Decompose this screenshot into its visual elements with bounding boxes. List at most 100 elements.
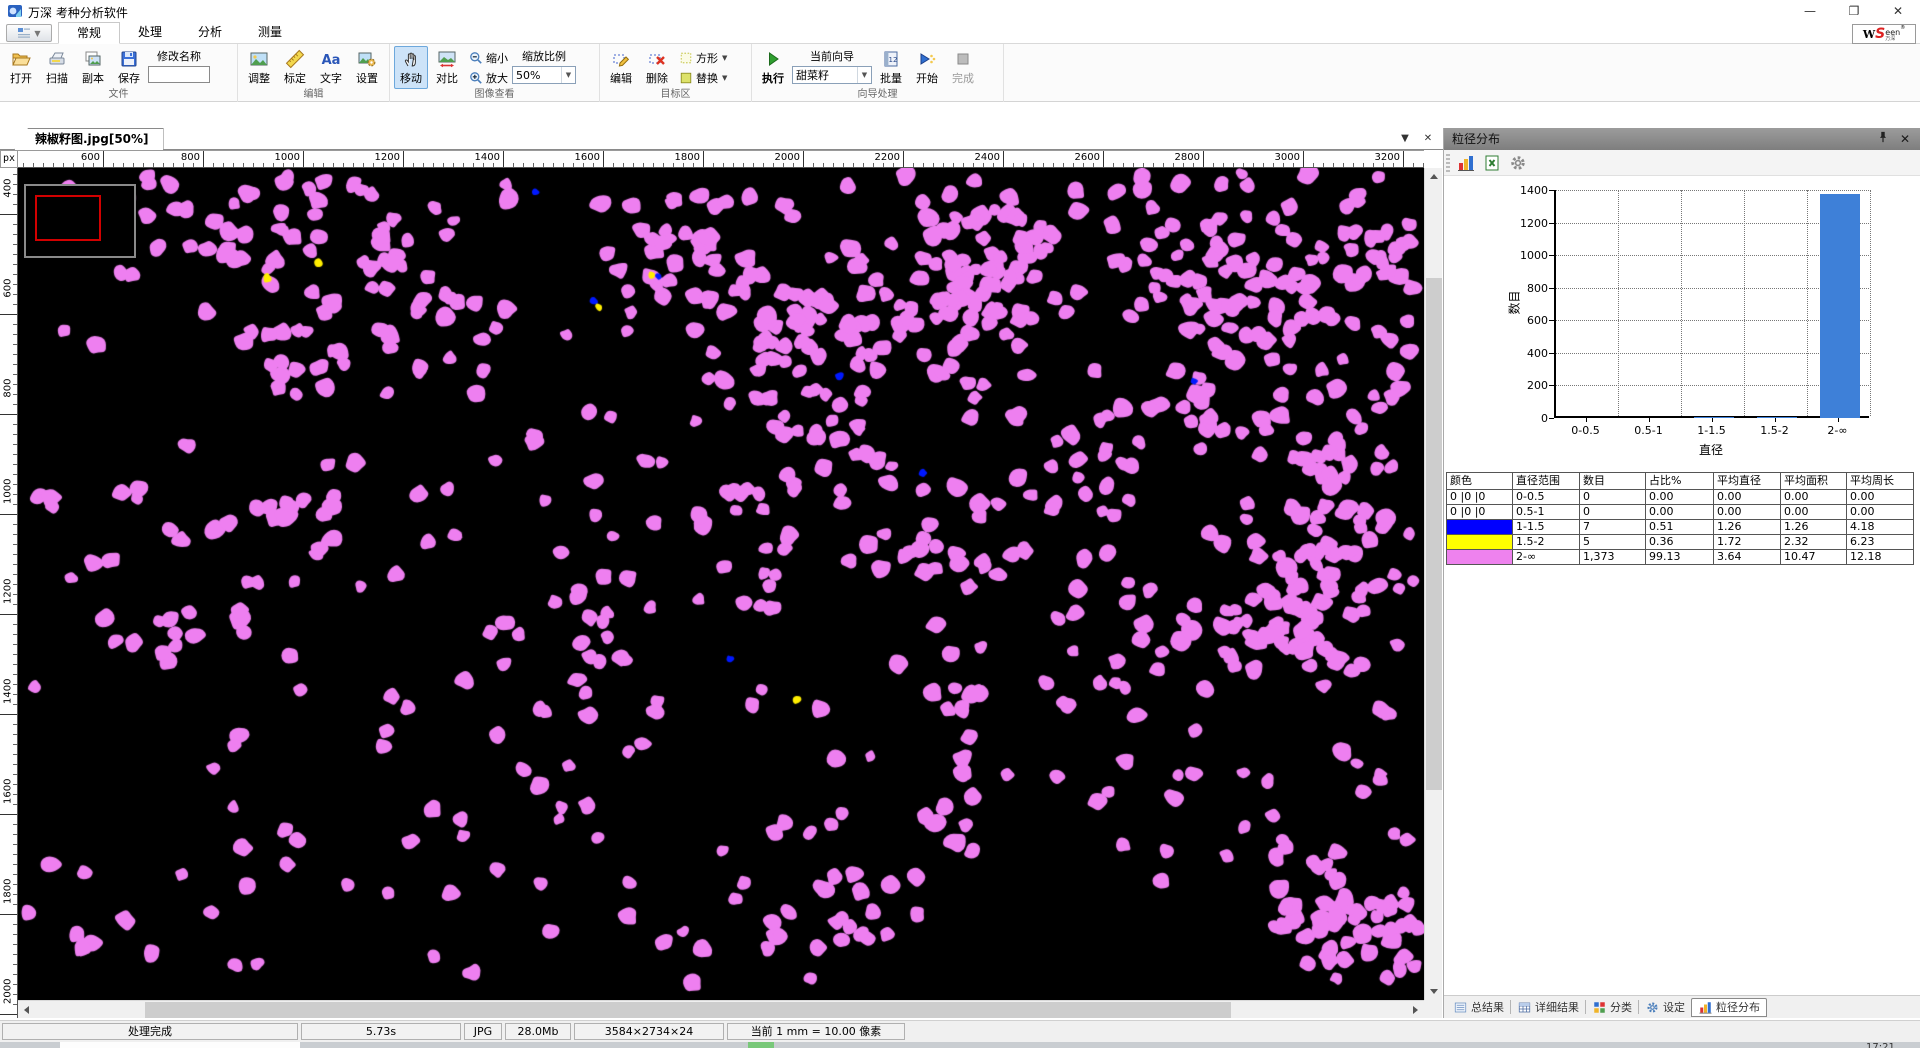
- app-menu-button[interactable]: ▼: [6, 24, 52, 42]
- v-ruler-label: 1200: [3, 579, 14, 613]
- table-cell: 0.00: [1646, 505, 1714, 520]
- 保存-button[interactable]: 保存: [112, 46, 146, 89]
- 替换-button[interactable]: 替换▼: [676, 69, 729, 87]
- tab-list-dropdown-icon[interactable]: ▼: [1396, 131, 1414, 147]
- 执行-button[interactable]: 执行: [756, 46, 790, 89]
- status-bar: 处理完成5.73sJPG28.0Mb3584×2734×24当前 1 mm = …: [0, 1020, 1920, 1042]
- 批量-button[interactable]: 12批量: [874, 46, 908, 89]
- vertical-scrollbar-thumb[interactable]: [1426, 278, 1442, 790]
- navigator-view-rectangle[interactable]: [35, 195, 101, 241]
- chart-type-icon[interactable]: [1456, 153, 1476, 173]
- scroll-down-icon[interactable]: [1425, 983, 1443, 1000]
- 文字-button[interactable]: Aa文字: [314, 46, 348, 89]
- tab-分析[interactable]: 分析: [180, 22, 240, 44]
- 编辑-button[interactable]: 编辑: [604, 46, 638, 89]
- scroll-left-icon[interactable]: [18, 1001, 35, 1019]
- save-floppy-icon: [119, 49, 139, 69]
- panel-tab-总结果[interactable]: 总结果: [1447, 998, 1510, 1017]
- blue-gear-icon: [1645, 1000, 1660, 1015]
- settings-gear-icon[interactable]: [1508, 153, 1528, 173]
- panel-tab-分类[interactable]: 分类: [1586, 998, 1638, 1017]
- tab-常规[interactable]: 常规: [58, 22, 120, 44]
- menu-tab-strip: 常规处理分析测量: [58, 22, 300, 44]
- h-ruler-label: 800: [162, 152, 200, 163]
- colored-chart-icon: [1698, 1000, 1713, 1015]
- document-tab[interactable]: 辣椒籽图.jpg[50%]: [14, 128, 164, 150]
- 副本-button[interactable]: 副本: [76, 46, 110, 89]
- ribbon-group-label: 图像查看: [390, 89, 599, 102]
- panel-close-icon[interactable]: ✕: [1896, 131, 1914, 147]
- brand-logo-sub: 万深: [1885, 37, 1905, 42]
- panel-header: 粒径分布 ✕: [1444, 128, 1920, 150]
- chart-y-tick-label: 1400: [1508, 184, 1548, 197]
- button-label: 设置: [356, 70, 378, 86]
- scroll-right-icon[interactable]: [1407, 1001, 1424, 1019]
- excel-export-icon[interactable]: [1482, 153, 1502, 173]
- tab-处理[interactable]: 处理: [120, 22, 180, 44]
- chevron-down-icon[interactable]: ▼: [857, 67, 871, 83]
- h-ruler-tick: [703, 151, 704, 168]
- close-button[interactable]: ✕: [1876, 0, 1920, 22]
- ribbon-group-items: 执行当前向导甜菜籽▼12批量开始完成: [752, 44, 1003, 89]
- 对比-button[interactable]: 对比: [430, 46, 464, 89]
- 放大-button[interactable]: 放大: [466, 69, 510, 87]
- v-ruler-label: 800: [3, 379, 14, 413]
- 方形-button[interactable]: 方形▼: [676, 49, 729, 67]
- vertical-scrollbar[interactable]: [1424, 168, 1442, 1000]
- 标定-button[interactable]: 标定: [278, 46, 312, 89]
- pin-icon[interactable]: [1874, 131, 1892, 147]
- ribbon-group-items: 编辑删除方形▼ 替换▼: [600, 44, 751, 89]
- h-ruler-label: 3200: [1362, 152, 1400, 163]
- v-ruler-tick: [0, 1014, 18, 1015]
- chart-y-tick-label: 800: [1508, 282, 1548, 295]
- button-label: 开始: [916, 70, 938, 86]
- panel-tab-详细结果[interactable]: 详细结果: [1511, 998, 1585, 1017]
- title-bar: 万深 考种分析软件 — ❐ ✕: [0, 0, 1920, 22]
- table-header-cell: 平均面积: [1781, 473, 1847, 490]
- scroll-up-icon[interactable]: [1425, 168, 1443, 185]
- scanner-icon: [47, 49, 67, 69]
- image-viewport-canvas[interactable]: [18, 168, 1424, 1000]
- 移动-button[interactable]: 移动: [394, 46, 428, 89]
- navigator-minimap[interactable]: [24, 184, 136, 258]
- horizontal-scrollbar-thumb[interactable]: [145, 1002, 1231, 1018]
- 设置-button[interactable]: 设置: [350, 46, 384, 89]
- ribbon-group-label: 编辑: [238, 89, 389, 102]
- tab-close-icon[interactable]: ✕: [1419, 131, 1437, 147]
- chevron-down-icon[interactable]: ▼: [722, 54, 727, 62]
- 缩放比例-combobox[interactable]: 50%▼: [512, 66, 576, 84]
- button-label: 保存: [118, 70, 140, 86]
- panel-tab-粒径分布[interactable]: 粒径分布: [1691, 998, 1767, 1017]
- minimize-button[interactable]: —: [1788, 0, 1832, 22]
- table-cell: 1.26: [1781, 520, 1847, 535]
- h-ruler-tick: [503, 151, 504, 168]
- h-ruler-tick: [303, 151, 304, 168]
- app-logo-icon: [7, 3, 23, 19]
- rename-input[interactable]: [148, 66, 210, 83]
- finish-icon: [953, 49, 973, 69]
- table-cell: 2-∞: [1513, 550, 1580, 565]
- 开始-button[interactable]: 开始: [910, 46, 944, 89]
- 删除-button[interactable]: 删除: [640, 46, 674, 89]
- 调整-button[interactable]: 调整: [242, 46, 276, 89]
- horizontal-scrollbar[interactable]: [18, 1000, 1424, 1018]
- table-cell: 1.26: [1714, 520, 1781, 535]
- start-icon: [917, 49, 937, 69]
- batch-icon: 12: [881, 49, 901, 69]
- panel-tab-label: 粒径分布: [1716, 999, 1760, 1015]
- colored-chart-icon: [1456, 153, 1476, 173]
- table-header-cell: 数目: [1580, 473, 1646, 490]
- panel-tab-label: 详细结果: [1535, 999, 1579, 1015]
- combobox-value: 甜菜籽: [796, 67, 857, 83]
- 当前向导-combobox[interactable]: 甜菜籽▼: [792, 66, 872, 84]
- chart-y-tick: [1549, 190, 1554, 191]
- panel-tab-设定[interactable]: 设定: [1639, 998, 1691, 1017]
- 扫描-button[interactable]: 扫描: [40, 46, 74, 89]
- 打开-button[interactable]: 打开: [4, 46, 38, 89]
- chevron-down-icon[interactable]: ▼: [722, 74, 727, 82]
- 缩小-button[interactable]: 缩小: [466, 49, 510, 67]
- restore-button[interactable]: ❐: [1832, 0, 1876, 22]
- chevron-down-icon[interactable]: ▼: [561, 67, 575, 83]
- image-settings-icon: [357, 49, 377, 69]
- tab-测量[interactable]: 测量: [240, 22, 300, 44]
